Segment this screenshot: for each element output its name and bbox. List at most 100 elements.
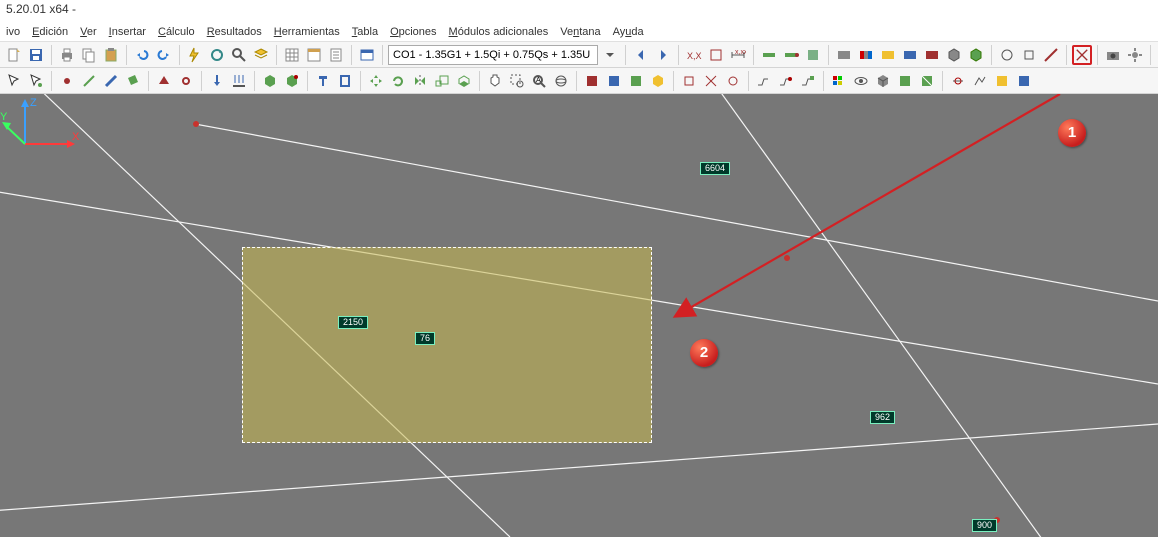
intersect-lines-icon[interactable] [1072,45,1092,65]
section-icon-2[interactable] [335,71,355,91]
view-icon-1[interactable] [582,71,602,91]
section-icon-1[interactable] [313,71,333,91]
menu-tools[interactable]: Herramientas [274,26,340,38]
copy-icon[interactable] [79,45,99,65]
menu-addmod[interactable]: Módulos adicionales [449,26,549,38]
green-box-icon-1[interactable] [895,71,915,91]
cube-icon-2[interactable] [966,45,986,65]
menu-calc[interactable]: Cálculo [158,26,195,38]
dropdown-icon[interactable] [600,45,620,65]
node-point [784,255,790,261]
color-icon-1[interactable] [878,45,898,65]
dim-icon[interactable]: x,xx [728,45,748,65]
svg-text:X: X [72,131,80,143]
print-icon[interactable] [57,45,77,65]
menu-window[interactable]: Ventana [560,26,600,38]
surface-tool-icon[interactable] [123,71,143,91]
snap-icon-2[interactable] [701,71,721,91]
window-icon[interactable] [357,45,377,65]
wire-icon-2[interactable] [776,71,796,91]
wire-icon-1[interactable] [754,71,774,91]
new-file-icon[interactable] [4,45,24,65]
menu-file[interactable]: ivo [6,26,20,38]
view-icon-3[interactable] [626,71,646,91]
camera-icon[interactable] [1103,45,1123,65]
snap-icon-1[interactable] [679,71,699,91]
load-combination-combo[interactable] [388,45,598,65]
support-icon[interactable] [154,71,174,91]
grid-icon[interactable] [282,45,302,65]
misc-icon-4[interactable] [1014,71,1034,91]
selection-rectangle [242,247,652,443]
misc-icon-1[interactable] [948,71,968,91]
frame-icon[interactable] [706,45,726,65]
color-icon-2[interactable] [900,45,920,65]
snap-icon-3[interactable] [723,71,743,91]
layer-color-icon[interactable] [829,71,849,91]
cursor-icon[interactable] [4,71,24,91]
svg-text:A: A [536,77,541,84]
gear-icon[interactable] [1125,45,1145,65]
visibility-icon[interactable] [851,71,871,91]
misc-icon-3[interactable] [992,71,1012,91]
menu-bar: ivo Edición Ver Insertar Cálculo Resulta… [0,22,1158,42]
zoom-icon[interactable] [229,45,249,65]
misc-icon-2[interactable] [970,71,990,91]
render-icon-2[interactable] [856,45,876,65]
layers-icon[interactable] [251,45,271,65]
load-icon-1[interactable] [207,71,227,91]
cube-icon-1[interactable] [944,45,964,65]
toolbar-row-2: A [0,68,1158,94]
menu-options[interactable]: Opciones [390,26,436,38]
line-icon[interactable] [79,71,99,91]
save-icon[interactable] [26,45,46,65]
undo-icon[interactable] [132,45,152,65]
color-icon-3[interactable] [922,45,942,65]
move-icon[interactable] [366,71,386,91]
extrude-icon[interactable] [454,71,474,91]
box-icon-2[interactable] [282,71,302,91]
load-icon-2[interactable] [229,71,249,91]
member-icon-2[interactable] [781,45,801,65]
box-icon-1[interactable] [260,71,280,91]
menu-table[interactable]: Tabla [352,26,378,38]
cube-render-icon[interactable] [873,71,893,91]
menu-view[interactable]: Ver [80,26,97,38]
green-box-icon-2[interactable] [917,71,937,91]
zoom-all-icon[interactable]: A [529,71,549,91]
lightning-icon[interactable] [185,45,205,65]
orbit-icon[interactable] [551,71,571,91]
table-icon[interactable] [304,45,324,65]
arrow-left-icon[interactable] [631,45,651,65]
tool-icon-a[interactable] [997,45,1017,65]
mirror-icon[interactable] [410,71,430,91]
menu-help[interactable]: Ayuda [613,26,644,38]
svg-text:Y: Y [0,111,8,123]
pan-icon[interactable] [485,71,505,91]
node-icon[interactable] [57,71,77,91]
hinge-icon[interactable] [176,71,196,91]
refresh-icon[interactable] [207,45,227,65]
menu-edit[interactable]: Edición [32,26,68,38]
member-tool-icon[interactable] [101,71,121,91]
menu-insert[interactable]: Insertar [109,26,146,38]
member-icon-1[interactable] [759,45,779,65]
report-icon[interactable] [326,45,346,65]
wire-icon-3[interactable] [798,71,818,91]
menu-results[interactable]: Resultados [207,26,262,38]
redo-icon[interactable] [154,45,174,65]
surface-icon[interactable] [803,45,823,65]
xx-icon[interactable]: X,X [684,45,704,65]
pick-icon[interactable] [26,71,46,91]
view-icon-2[interactable] [604,71,624,91]
model-viewport[interactable]: 6604 2150 76 962 900 Z X Y 1 2 [0,94,1158,537]
tool-icon-c[interactable] [1041,45,1061,65]
zoom-window-icon[interactable] [507,71,527,91]
tool-icon-b[interactable] [1019,45,1039,65]
rotate-icon[interactable] [388,71,408,91]
scale-icon[interactable] [432,71,452,91]
view-icon-4[interactable] [648,71,668,91]
render-icon-1[interactable] [834,45,854,65]
paste-icon[interactable] [101,45,121,65]
arrow-right-icon[interactable] [653,45,673,65]
